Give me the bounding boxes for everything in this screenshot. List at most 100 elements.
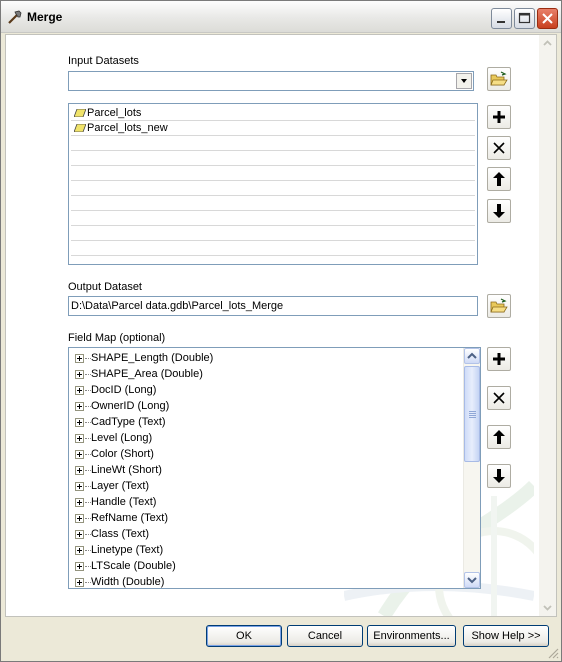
move-up-field-button[interactable] bbox=[487, 425, 511, 449]
tree-connector bbox=[85, 454, 91, 455]
field-map-scrollbar[interactable] bbox=[463, 348, 480, 588]
tree-connector bbox=[85, 374, 91, 375]
empty-row bbox=[71, 136, 475, 151]
field-map-row[interactable]: Color (Short) bbox=[75, 446, 154, 462]
field-map-row-label: LTScale (Double) bbox=[91, 560, 176, 572]
expand-plus-icon[interactable] bbox=[75, 562, 84, 571]
chevron-up-icon bbox=[467, 352, 477, 359]
dialog-scrollbar[interactable] bbox=[539, 35, 556, 616]
tree-connector bbox=[85, 406, 91, 407]
field-map-row[interactable]: Width (Double) bbox=[75, 574, 165, 588]
field-map-row[interactable]: DocID (Long) bbox=[75, 382, 156, 398]
resize-grip-icon[interactable] bbox=[547, 647, 559, 659]
parameters-panel: Input Datasets Parcel_lots Parcel_lots_n… bbox=[5, 34, 557, 617]
delete-field-button[interactable] bbox=[487, 386, 511, 410]
move-down-input-button[interactable] bbox=[487, 199, 511, 223]
empty-row bbox=[71, 226, 475, 241]
expand-plus-icon[interactable] bbox=[75, 466, 84, 475]
field-map-row-label: RefName (Text) bbox=[91, 512, 169, 524]
scroll-down-button[interactable] bbox=[464, 572, 480, 588]
input-datasets-list[interactable]: Parcel_lots Parcel_lots_new bbox=[68, 103, 478, 265]
field-map-row[interactable]: LineWt (Short) bbox=[75, 462, 162, 478]
empty-row bbox=[71, 166, 475, 181]
field-map-row[interactable]: Class (Text) bbox=[75, 526, 149, 542]
field-map-row[interactable]: OwnerID (Long) bbox=[75, 398, 169, 414]
expand-plus-icon[interactable] bbox=[75, 450, 84, 459]
dropdown-arrow-button[interactable] bbox=[456, 73, 472, 89]
scroll-thumb[interactable] bbox=[464, 366, 480, 462]
list-item[interactable]: Parcel_lots bbox=[71, 106, 475, 121]
expand-plus-icon[interactable] bbox=[75, 514, 84, 523]
field-map-row-label: Class (Text) bbox=[91, 528, 150, 540]
field-map-row-label: Level (Long) bbox=[91, 432, 153, 444]
expand-plus-icon[interactable] bbox=[75, 418, 84, 427]
field-map-row-label: Color (Short) bbox=[91, 448, 154, 460]
remove-x-icon bbox=[493, 392, 505, 404]
chevron-down-icon[interactable] bbox=[541, 601, 554, 614]
list-item[interactable]: Parcel_lots_new bbox=[71, 121, 475, 136]
arrow-down-icon bbox=[493, 469, 505, 483]
empty-row bbox=[71, 181, 475, 196]
field-map-row[interactable]: LTScale (Double) bbox=[75, 558, 176, 574]
field-map-row[interactable]: CadType (Text) bbox=[75, 414, 166, 430]
maximize-button[interactable] bbox=[514, 8, 535, 29]
expand-plus-icon[interactable] bbox=[75, 546, 84, 555]
minimize-button[interactable] bbox=[491, 8, 512, 29]
arrow-up-icon bbox=[493, 172, 505, 186]
expand-plus-icon[interactable] bbox=[75, 530, 84, 539]
field-map-row[interactable]: Linetype (Text) bbox=[75, 542, 163, 558]
field-map-row-label: Handle (Text) bbox=[91, 496, 157, 508]
field-map-row[interactable]: SHAPE_Length (Double) bbox=[75, 350, 213, 366]
field-map-row[interactable]: SHAPE_Area (Double) bbox=[75, 366, 203, 382]
expand-plus-icon[interactable] bbox=[75, 498, 84, 507]
field-map-row[interactable]: Layer (Text) bbox=[75, 478, 149, 494]
close-button[interactable] bbox=[537, 8, 558, 29]
field-map-row-label: SHAPE_Length (Double) bbox=[91, 352, 214, 364]
input-datasets-combo[interactable] bbox=[68, 71, 474, 91]
tree-connector bbox=[85, 550, 91, 551]
ok-button[interactable]: OK bbox=[206, 625, 282, 647]
expand-plus-icon[interactable] bbox=[75, 578, 84, 587]
chevron-down-icon bbox=[461, 79, 467, 83]
scroll-up-button[interactable] bbox=[464, 348, 480, 364]
arrow-up-icon bbox=[493, 430, 505, 444]
move-up-input-button[interactable] bbox=[487, 167, 511, 191]
expand-plus-icon[interactable] bbox=[75, 370, 84, 379]
tree-connector bbox=[85, 438, 91, 439]
tree-connector bbox=[85, 358, 91, 359]
field-map-row[interactable]: Handle (Text) bbox=[75, 494, 156, 510]
add-input-button[interactable] bbox=[487, 105, 511, 129]
show-help-button[interactable]: Show Help >> bbox=[463, 625, 549, 647]
cancel-button[interactable]: Cancel bbox=[287, 625, 363, 647]
expand-plus-icon[interactable] bbox=[75, 434, 84, 443]
field-map-tree[interactable]: SHAPE_Length (Double) SHAPE_Area (Double)… bbox=[68, 347, 481, 589]
open-folder-icon bbox=[490, 298, 508, 313]
chevron-up-icon[interactable] bbox=[541, 37, 554, 50]
field-map-row[interactable]: Level (Long) bbox=[75, 430, 152, 446]
expand-plus-icon[interactable] bbox=[75, 402, 84, 411]
tree-connector bbox=[85, 534, 91, 535]
move-down-field-button[interactable] bbox=[487, 464, 511, 488]
environments-button[interactable]: Environments... bbox=[367, 625, 456, 647]
tree-connector bbox=[85, 390, 91, 391]
expand-plus-icon[interactable] bbox=[75, 354, 84, 363]
add-field-button[interactable] bbox=[487, 347, 511, 371]
maximize-icon bbox=[518, 12, 531, 24]
close-icon bbox=[542, 13, 553, 24]
list-item-label: Parcel_lots_new bbox=[87, 122, 168, 134]
expand-plus-icon[interactable] bbox=[75, 482, 84, 491]
tree-connector bbox=[85, 566, 91, 567]
expand-plus-icon[interactable] bbox=[75, 386, 84, 395]
polygon-layer-icon bbox=[74, 124, 86, 132]
field-map-row-label: Layer (Text) bbox=[91, 480, 150, 492]
output-dataset-label: Output Dataset bbox=[68, 281, 142, 293]
browse-output-button[interactable] bbox=[487, 294, 511, 318]
tree-connector bbox=[85, 486, 91, 487]
window-title: Merge bbox=[27, 10, 63, 24]
field-map-row[interactable]: RefName (Text) bbox=[75, 510, 168, 526]
browse-input-button[interactable] bbox=[487, 67, 511, 91]
output-dataset-field[interactable]: D:\Data\Parcel data.gdb\Parcel_lots_Merg… bbox=[68, 296, 478, 316]
title-bar[interactable]: Merge bbox=[1, 1, 561, 33]
remove-input-button[interactable] bbox=[487, 136, 511, 160]
field-map-row-label: Width (Double) bbox=[91, 576, 165, 588]
